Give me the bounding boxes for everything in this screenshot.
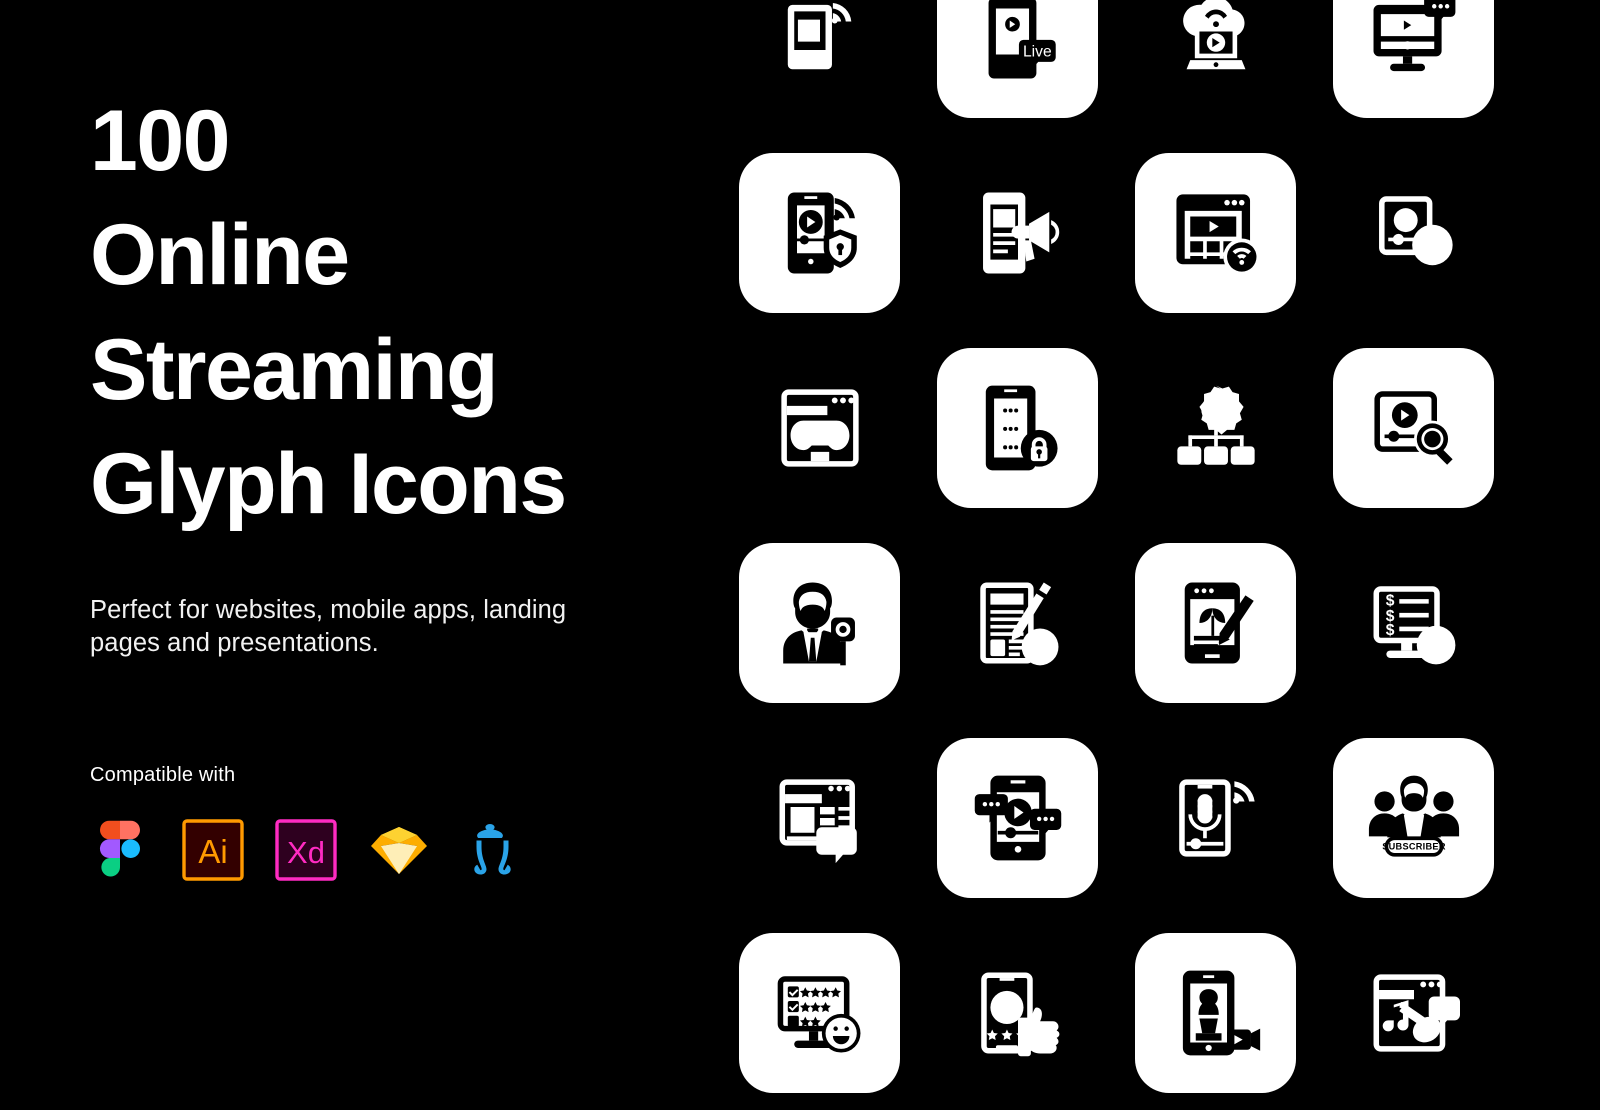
desktop-video-chat-icon [1368, 0, 1460, 84]
icon-cell-subscribers-group[interactable]: SUBSCRIBER [1316, 720, 1511, 915]
video-search-icon [1368, 382, 1460, 474]
compatibility-logo-row: Ai Xd [88, 818, 524, 882]
icon-cell-cloud-laptop-streaming[interactable] [1118, 0, 1313, 135]
icon-cell-news-reporter[interactable] [722, 525, 917, 720]
svg-text:$: $ [1034, 637, 1045, 659]
cloud-laptop-streaming-icon [1170, 0, 1262, 84]
subscribers-group-icon: SUBSCRIBER [1368, 772, 1460, 864]
icon-cell-secure-mobile-video[interactable] [722, 135, 917, 330]
share-video-mobile-icon [1368, 187, 1460, 279]
icon-cell-mobile-live-broadcast[interactable]: Live [920, 0, 1115, 135]
page-title: 100 Online Streaming Glyph Icons [90, 93, 567, 533]
icon-cell-mobile-feedback-thumbsup[interactable] [920, 915, 1115, 1110]
icon-cell-video-search[interactable] [1316, 330, 1511, 525]
svg-text:Live: Live [1022, 43, 1051, 60]
icon-cell-monetized-content[interactable]: $ $ $ $ [1316, 525, 1511, 720]
music-streaming-icon [1368, 967, 1460, 1059]
icon-cell-tablet-live-stream-wifi[interactable] [722, 0, 917, 135]
svg-text:$: $ [1385, 621, 1394, 638]
intro-panel: 100 Online Streaming Glyph Icons [0, 0, 700, 1067]
news-reporter-icon [774, 577, 866, 669]
svg-text:$: $ [1430, 635, 1441, 657]
icon-cell-video-feed-like[interactable] [722, 720, 917, 915]
icon-cell-mobile-playlist-lock[interactable] [920, 330, 1115, 525]
mobile-live-broadcast-icon: Live [972, 0, 1064, 84]
mobile-video-comments-icon [972, 772, 1064, 864]
sketch-logo-icon [367, 818, 431, 882]
paid-article-icon: $ [972, 577, 1064, 669]
icon-cell-desktop-video-chat[interactable] [1316, 0, 1511, 135]
mobile-blog-editor-icon [1170, 577, 1262, 669]
svg-text:$: $ [1385, 592, 1394, 609]
icon-cell-mobile-blog-editor[interactable] [1118, 525, 1313, 720]
svg-text:Xd: Xd [287, 835, 325, 870]
video-settings-flowchart-icon [1170, 382, 1262, 474]
icon-grid: Live $ $ $ $ $ SUBSCRIBER [700, 0, 1600, 1093]
mobile-podcast-mic-icon [1170, 772, 1262, 864]
icon-cell-music-streaming[interactable] [1316, 915, 1511, 1110]
secure-mobile-video-icon [774, 187, 866, 279]
icon-cell-desktop-rating-survey[interactable] [722, 915, 917, 1110]
browser-video-wifi-icon [1170, 187, 1262, 279]
icon-cell-mobile-podcast-mic[interactable] [1118, 720, 1313, 915]
figma-logo-icon [88, 818, 152, 882]
poster-canvas: 100 Online Streaming Glyph Icons Perfect… [0, 0, 1600, 1093]
adobe-xd-logo-icon: Xd [274, 818, 338, 882]
mobile-chess-stream-icon [1170, 967, 1262, 1059]
compatible-with-label: Compatible with [90, 764, 236, 786]
mobile-feedback-thumbsup-icon [972, 967, 1064, 1059]
mobile-video-promotion-icon [972, 187, 1064, 279]
monetized-content-icon: $ $ $ $ [1368, 577, 1460, 669]
illustrator-logo-icon: Ai [181, 818, 245, 882]
hero-subtitle: Perfect for websites, mobile apps, landi… [90, 596, 567, 657]
icon-cell-browser-game-streaming[interactable] [722, 330, 917, 525]
icon-cell-share-video-mobile[interactable] [1316, 135, 1511, 330]
desktop-rating-survey-icon [774, 967, 866, 1059]
mobile-playlist-lock-icon [972, 382, 1064, 474]
icon-cell-browser-video-wifi[interactable] [1118, 135, 1313, 330]
tablet-live-stream-wifi-icon [774, 0, 866, 84]
icon-cell-mobile-chess-stream[interactable] [1118, 915, 1313, 1110]
inkscape-logo-icon [460, 818, 524, 882]
icon-cell-mobile-video-comments[interactable] [920, 720, 1115, 915]
svg-text:Ai: Ai [198, 833, 227, 870]
svg-text:SUBSCRIBER: SUBSCRIBER [1382, 841, 1446, 851]
video-feed-like-icon [774, 772, 866, 864]
icon-cell-video-settings-flowchart[interactable] [1118, 330, 1313, 525]
icon-cell-paid-article[interactable]: $ [920, 525, 1115, 720]
icon-cell-mobile-video-promotion[interactable] [920, 135, 1115, 330]
browser-game-streaming-icon [774, 382, 866, 474]
